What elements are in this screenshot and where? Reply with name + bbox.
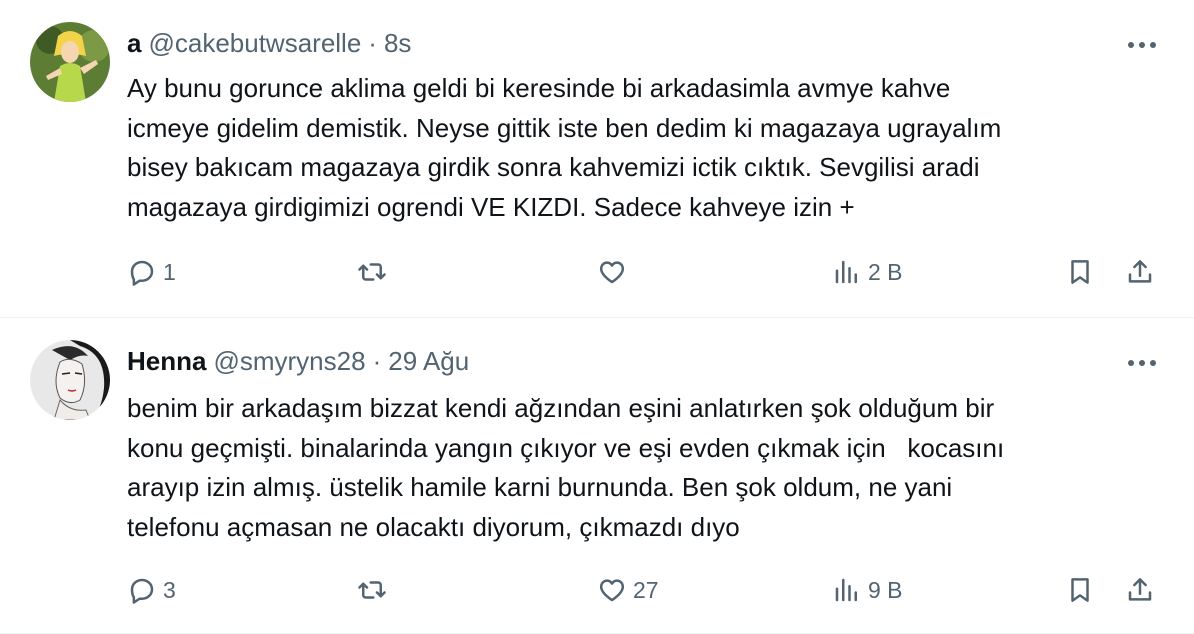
more-horizontal-icon bbox=[1128, 360, 1156, 366]
avatar-image-icon bbox=[30, 340, 110, 420]
like-button[interactable]: 27 bbox=[597, 570, 659, 610]
retweet-button[interactable] bbox=[357, 252, 393, 292]
tweet-text-line: telefonu açmasan ne olacaktı diyorum, çı… bbox=[127, 511, 740, 542]
timestamp[interactable]: 8s bbox=[384, 28, 411, 59]
more-horizontal-icon bbox=[1128, 42, 1156, 48]
tweet-text-line: konu geçmişti. binalarinda yangın çıkıyo… bbox=[127, 432, 1005, 463]
retweet-button[interactable] bbox=[357, 570, 393, 610]
reply-count: 3 bbox=[163, 576, 176, 603]
tweet-text-line: arayıp izin almış. üstelik hamile karni … bbox=[127, 472, 953, 502]
tweet-text-line: bisey bakıcam magazaya girdik sonra kahv… bbox=[127, 152, 980, 182]
tweet-actions: 3 27 9 B bbox=[127, 570, 1167, 610]
tweet-text-line: magazaya girdigimizi ogrendi VE KIZDI. S… bbox=[127, 191, 855, 222]
tweet-text: benim bir arkadaşım bizzat kendi ağzında… bbox=[127, 389, 1167, 547]
heart-icon bbox=[599, 579, 625, 602]
tweet-text-line: benim bir arkadaşım bizzat kendi ağzında… bbox=[127, 393, 995, 423]
like-button[interactable] bbox=[597, 252, 633, 292]
avatar[interactable] bbox=[30, 340, 110, 420]
reply-icon bbox=[130, 260, 154, 286]
share-icon bbox=[1128, 260, 1152, 283]
more-button[interactable] bbox=[1124, 345, 1160, 381]
views-count: 9 B bbox=[868, 576, 903, 603]
like-count: 27 bbox=[633, 576, 659, 603]
tweet-text-line: icmeye gidelim demistik. Neyse gittik is… bbox=[127, 112, 1002, 143]
reply-button[interactable]: 3 bbox=[127, 570, 176, 610]
tweet-2[interactable]: Henna @smyryns28 · 29 Ağu benim bir arka… bbox=[0, 318, 1194, 634]
views-chart-icon bbox=[835, 260, 857, 284]
heart-icon bbox=[599, 261, 625, 284]
share-button[interactable] bbox=[1125, 570, 1155, 610]
tweet-text-line: Ay bunu gorunce aklima geldi bi keresind… bbox=[127, 73, 951, 103]
bookmark-button[interactable] bbox=[1065, 252, 1095, 292]
avatar[interactable] bbox=[30, 22, 110, 102]
separator-dot: · bbox=[372, 345, 382, 376]
bookmark-button[interactable] bbox=[1065, 570, 1095, 610]
tweet-header: Henna @smyryns28 · 29 Ağu bbox=[127, 344, 469, 378]
views-button[interactable]: 9 B bbox=[832, 570, 903, 610]
tweet-feed: a @cakebutwsarelle · 8s Ay bunu gorunce … bbox=[0, 0, 1194, 634]
bookmark-icon bbox=[1071, 260, 1089, 284]
retweet-icon bbox=[358, 581, 386, 599]
display-name[interactable]: a bbox=[127, 28, 141, 59]
tweet-text: Ay bunu gorunce aklima geldi bi keresind… bbox=[127, 69, 1167, 227]
reply-icon bbox=[130, 578, 154, 604]
tweet-1[interactable]: a @cakebutwsarelle · 8s Ay bunu gorunce … bbox=[0, 0, 1194, 318]
views-count: 2 B bbox=[868, 258, 903, 285]
display-name[interactable]: Henna bbox=[127, 346, 206, 377]
share-icon bbox=[1128, 578, 1152, 601]
share-button[interactable] bbox=[1125, 252, 1155, 292]
timestamp[interactable]: 29 Ağu bbox=[388, 346, 469, 377]
user-handle[interactable]: @smyryns28 bbox=[213, 346, 365, 377]
retweet-icon bbox=[358, 263, 386, 281]
more-button[interactable] bbox=[1124, 27, 1160, 63]
views-chart-icon bbox=[835, 578, 857, 602]
avatar-image-icon bbox=[30, 22, 110, 102]
user-handle[interactable]: @cakebutwsarelle bbox=[148, 28, 361, 59]
views-button[interactable]: 2 B bbox=[832, 252, 903, 292]
reply-count: 1 bbox=[163, 258, 176, 285]
bookmark-icon bbox=[1071, 578, 1089, 602]
separator-dot: · bbox=[368, 27, 377, 58]
reply-button[interactable]: 1 bbox=[127, 252, 176, 292]
tweet-header: a @cakebutwsarelle · 8s bbox=[127, 26, 411, 60]
tweet-actions: 1 2 B bbox=[127, 252, 1167, 292]
